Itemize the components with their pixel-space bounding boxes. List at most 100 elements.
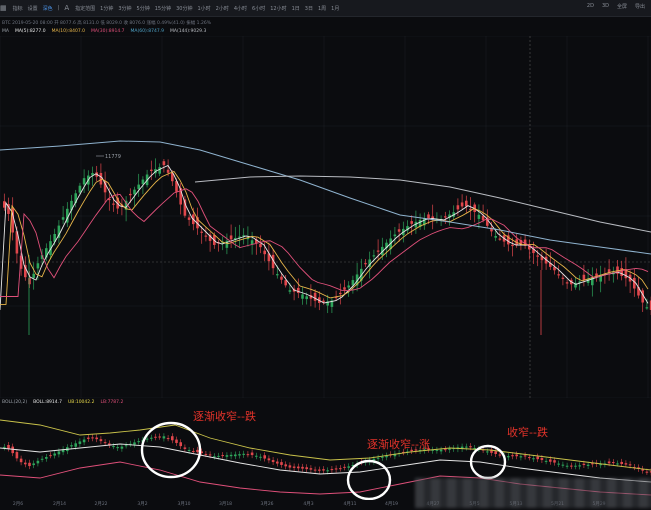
toolbar-item-1[interactable]: 设置 — [28, 5, 38, 12]
candle-body — [78, 185, 82, 193]
boll-candle-body — [339, 468, 342, 470]
boll-candle-body — [175, 439, 178, 443]
boll-candle-body — [246, 454, 250, 456]
boll-candle-body — [124, 445, 128, 447]
highlight-circle — [346, 459, 392, 500]
candle-body — [372, 255, 376, 257]
boll-candle-body — [523, 455, 527, 457]
boll-candle-body — [318, 469, 321, 471]
boll-candle-body — [288, 465, 292, 468]
time-axis-label: 4月19 — [384, 502, 399, 507]
toolbar-item-17[interactable]: 1周 — [318, 5, 326, 12]
font-icon[interactable]: A — [64, 4, 69, 12]
toolbar-right-item-1[interactable]: 3D — [602, 3, 609, 10]
boll-candle-body — [95, 437, 98, 440]
boll-candle-body — [53, 453, 56, 456]
boll-candle-body — [70, 445, 73, 447]
boll-candle-body — [36, 460, 40, 464]
candlestick-chart[interactable]: 11779 — [0, 36, 651, 398]
toolbar-item-6[interactable]: 3分钟 — [118, 5, 131, 12]
candle-body — [498, 238, 502, 240]
toolbar-item-9[interactable]: 30分钟 — [176, 5, 192, 12]
boll-candle-body — [234, 454, 237, 457]
toolbar-item-4[interactable]: 指定范围 — [75, 5, 95, 12]
boll-candle-body — [217, 455, 220, 457]
boll-candle-body — [578, 465, 581, 467]
candle-body — [32, 273, 35, 278]
boll-candle-body — [271, 460, 275, 463]
toolbar-item-14[interactable]: 12小时 — [270, 5, 286, 12]
toolbar-item-18[interactable]: 1月 — [331, 5, 339, 12]
toolbar-right-item-3[interactable]: 导出 — [635, 3, 645, 10]
boll-candle-body — [292, 466, 296, 468]
time-axis-label: 2月14 — [52, 502, 67, 507]
boll-candle-body — [276, 461, 279, 464]
boll-candle-body — [284, 464, 287, 467]
boll-candle-body — [330, 469, 334, 471]
boll-candle-body — [465, 446, 468, 448]
boll-candle-body — [120, 446, 124, 449]
candle-body — [141, 179, 145, 185]
boll-candle-body — [250, 452, 254, 456]
boll-candle-body — [196, 449, 199, 453]
candle-body — [347, 285, 350, 288]
boll-candle-body — [334, 468, 338, 470]
toolbar-item-12[interactable]: 4小时 — [234, 5, 247, 12]
toolbar-item-7[interactable]: 5分钟 — [137, 5, 150, 12]
boll-candle-body — [24, 462, 27, 465]
toolbar-item-3[interactable]: | — [58, 5, 60, 11]
toolbar-item-5[interactable]: 1分钟 — [100, 5, 113, 12]
boll-candle-body — [255, 455, 258, 457]
candle-body — [460, 202, 464, 207]
boll-candle-body — [536, 456, 539, 460]
ma-legend-item-1: MA(10):8407.0 — [51, 29, 86, 34]
boll-candle-body — [213, 456, 216, 458]
candle-body — [456, 205, 460, 210]
boll-candle-body — [444, 449, 447, 451]
time-axis-label: 3月26 — [260, 502, 274, 507]
boll-middle-band — [0, 443, 651, 483]
grid-icon[interactable]: ▦ — [0, 4, 7, 12]
boll-candle-body — [40, 458, 44, 460]
toolbar-item-15[interactable]: 1日 — [292, 5, 300, 12]
toolbar-item-11[interactable]: 2小时 — [216, 5, 229, 12]
boll-candle-body — [561, 464, 565, 466]
boll-candle-body — [549, 459, 552, 462]
boll-candle-body — [511, 455, 514, 457]
boll-candle-body — [309, 468, 313, 470]
candle-body — [200, 231, 203, 233]
toolbar-right-item-0[interactable]: 2D — [587, 3, 594, 10]
candle-body — [263, 250, 266, 255]
candle-body — [162, 161, 166, 166]
boll-candle-body — [183, 447, 187, 449]
ma-legend-name: MA — [2, 29, 9, 34]
boll-candle-body — [469, 446, 472, 448]
boll-candle-body — [259, 456, 262, 458]
candle-body — [557, 274, 560, 276]
boll-candle-body — [607, 461, 611, 464]
candle-body — [427, 214, 430, 219]
boll-candle-body — [574, 465, 577, 467]
boll-candle-body — [242, 453, 245, 455]
ma-long-line — [0, 140, 651, 255]
toolbar-item-16[interactable]: 3日 — [305, 5, 313, 12]
toolbar-right-item-2[interactable]: 全屏 — [617, 3, 627, 10]
boll-candle-body — [322, 469, 325, 471]
boll-candle-body — [326, 470, 329, 472]
toolbar-item-0[interactable]: 指标 — [13, 5, 23, 12]
toolbar-item-13[interactable]: 6小时 — [252, 5, 265, 12]
candle-body — [297, 287, 300, 294]
highlight-circle — [140, 421, 202, 479]
toolbar-item-2[interactable]: 深色 — [43, 5, 53, 12]
toolbar-item-8[interactable]: 15分钟 — [155, 5, 171, 12]
boll-candle-body — [45, 457, 48, 459]
boll-candle-body — [225, 455, 229, 457]
toolbar-item-10[interactable]: 1小时 — [197, 5, 210, 12]
candle-body — [313, 292, 317, 301]
boll-candle-body — [74, 443, 77, 447]
candle-body — [595, 273, 598, 276]
candle-body — [444, 216, 447, 218]
boll-candle-body — [179, 442, 182, 447]
boll-candle-body — [162, 436, 166, 439]
boll-candle-body — [486, 451, 489, 453]
